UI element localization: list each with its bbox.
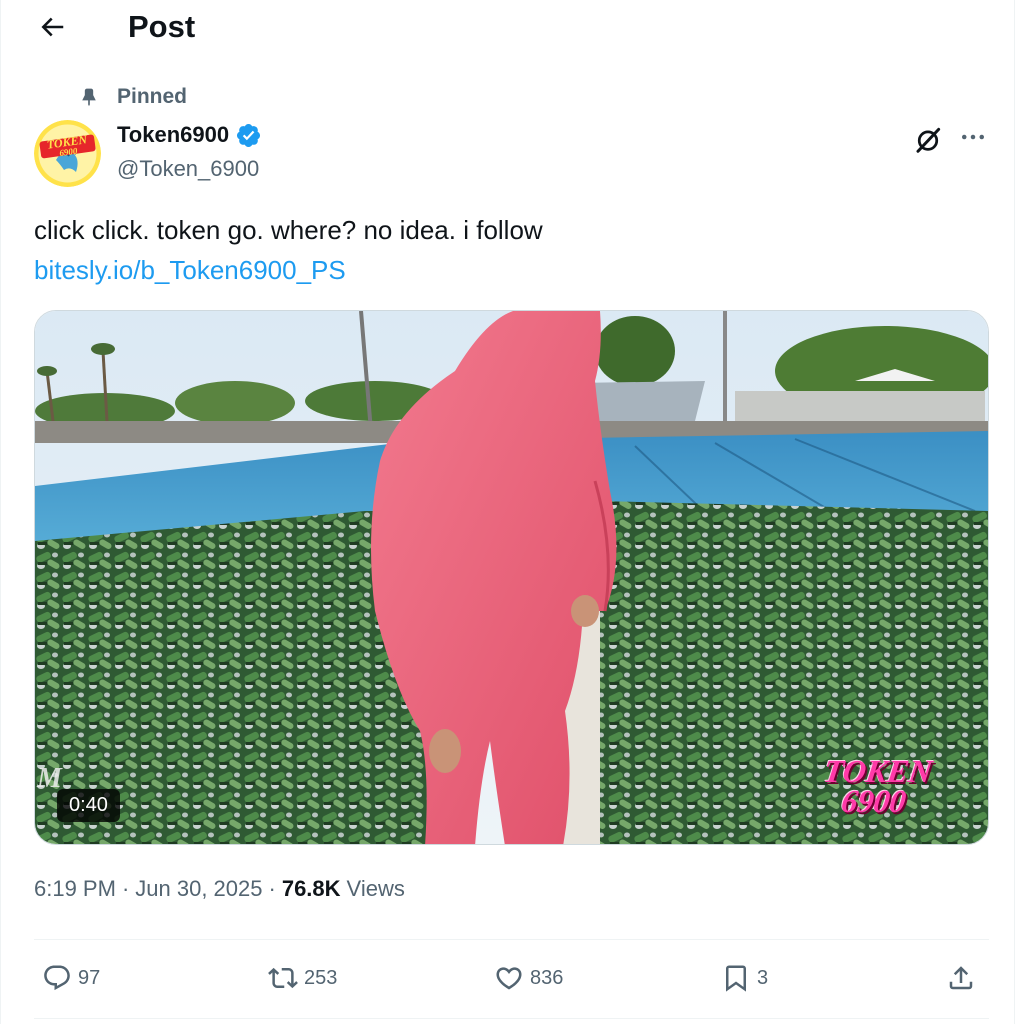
grok-button[interactable] [908, 120, 948, 160]
reply-button[interactable]: 97 [42, 955, 100, 1001]
post-time[interactable]: 6:19 PM [34, 876, 116, 902]
more-horizontal-icon [962, 134, 984, 140]
token6900-logo: TOKEN 6900 [34, 120, 101, 187]
video-duration: 0:40 [57, 789, 120, 822]
post-date[interactable]: Jun 30, 2025 [135, 876, 262, 902]
meta-separator: · [268, 876, 276, 901]
share-button[interactable] [946, 955, 982, 1001]
watermark-line-1: TOKEN [821, 753, 935, 789]
reply-count: 97 [78, 966, 101, 989]
post-text: click click. token go. where? no idea. i… [34, 215, 543, 245]
author-name-row: Token6900 [117, 120, 262, 150]
heart-icon [496, 967, 522, 990]
action-bar: 97 253 836 3 [34, 955, 989, 1001]
avatar[interactable]: TOKEN 6900 [34, 120, 101, 187]
meta-separator: · [121, 876, 130, 901]
views-label: Views [346, 876, 405, 901]
bookmark-button[interactable]: 3 [721, 955, 768, 1001]
divider [34, 939, 989, 940]
like-count: 836 [530, 966, 564, 989]
bookmark-icon [726, 965, 746, 992]
header: Post [1, 0, 1014, 54]
pinned-label: Pinned [117, 85, 188, 108]
views-count: 76.8K [281, 876, 341, 901]
pin-icon [82, 88, 96, 107]
more-options-button[interactable] [953, 120, 993, 154]
watermark-line-2: 6900 [839, 783, 909, 819]
share-icon [949, 966, 973, 990]
repost-count: 253 [304, 966, 338, 989]
arrow-left-icon [41, 17, 64, 37]
page-title: Post [128, 9, 196, 44]
repost-icon [268, 967, 298, 989]
back-button[interactable] [33, 8, 71, 46]
reply-icon [44, 965, 70, 991]
video-watermark: TOKEN 6900 [818, 753, 935, 819]
divider [34, 1018, 989, 1019]
author-handle[interactable]: @Token_6900 [117, 156, 259, 182]
verified-badge-icon[interactable] [235, 122, 262, 149]
post-detail-view: Post Pinned TOKEN 6900 Token6900 @Token_… [0, 0, 1015, 1024]
repost-button[interactable]: 253 [268, 955, 337, 1001]
grok-icon [916, 127, 941, 153]
pinned-indicator: Pinned [79, 84, 187, 110]
post-meta: 6:19 PM · Jun 30, 2025 · 76.8K Views [34, 876, 405, 902]
video-player[interactable]: M 0:40 TOKEN 6900 [34, 310, 989, 845]
like-button[interactable]: 836 [494, 955, 563, 1001]
post-link[interactable]: bitesly.io/b_Token6900_PS [34, 252, 346, 288]
bookmark-count: 3 [757, 966, 769, 989]
author-display-name[interactable]: Token6900 [117, 122, 229, 148]
